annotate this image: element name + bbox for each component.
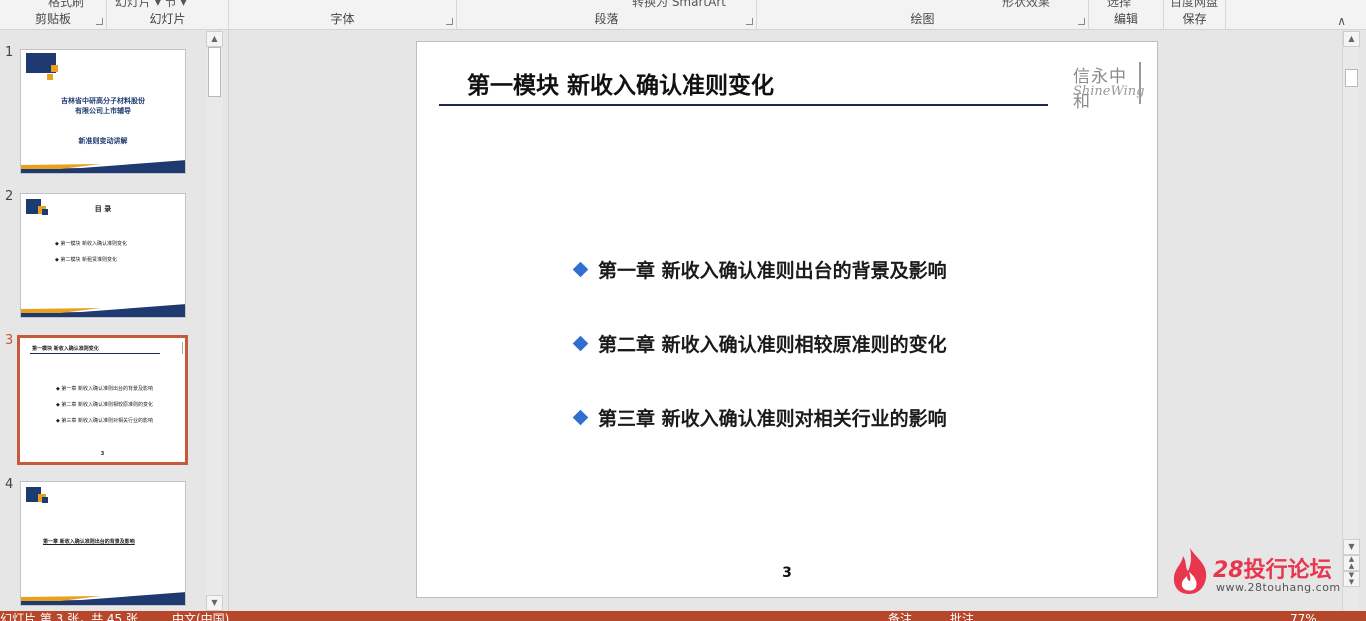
ribbon-group-paragraph: 转换为 SmartArt 段落: [457, 0, 757, 30]
thumb-rule: [30, 353, 160, 354]
ribbon-group-label: 保存: [1182, 12, 1207, 26]
format-painter-label[interactable]: 格式刷: [48, 0, 84, 10]
bullet-item[interactable]: 第一章 新收入确认准则出台的背景及影响: [572, 256, 947, 283]
ribbon: 格式刷 剪贴板 幻灯片 ▾ 节 ▾ 幻灯片 字体 转换为 SmartArt 段落…: [0, 0, 1366, 30]
brand-text: 投行论坛: [1243, 558, 1332, 583]
scroll-down-arrow-icon[interactable]: ▼: [206, 595, 223, 611]
collapse-ribbon-icon[interactable]: ∧: [1337, 14, 1346, 28]
watermark-28touhang: 28投行论坛 www.28touhang.com: [1170, 544, 1345, 600]
slide-title[interactable]: 第一模块 新收入确认准则变化: [467, 66, 774, 100]
scroll-up-arrow-icon[interactable]: ▲: [1343, 31, 1360, 47]
language-indicator[interactable]: 中文(中国): [172, 613, 229, 621]
slide-thumbnail-pane: 1 吉林省中研高分子材料股份 有限公司上市辅导 新准则变动讲解 2 目 录 ◆ …: [0, 31, 206, 611]
font-launcher-icon[interactable]: [446, 18, 453, 25]
ribbon-group-label: 段落: [594, 12, 619, 26]
flame-logo-icon: [1173, 548, 1207, 594]
thumbnail-number: 4: [5, 477, 14, 492]
smartart-label[interactable]: 转换为 SmartArt: [632, 0, 726, 10]
thumb-text: 有限公司上市辅导: [75, 107, 131, 115]
thumb-text: ◆ 第二模块 新租赁准则变化: [55, 257, 118, 263]
ribbon-group-drawing: 形状效果 绘图: [757, 0, 1089, 30]
thumbnail-scrollbar[interactable]: ▲ ▼: [206, 31, 223, 611]
scrollbar-thumb[interactable]: [208, 47, 221, 97]
bullet-text: 第二章 新收入确认准则相较原准则的变化: [598, 334, 947, 356]
diamond-bullet-icon: [572, 335, 589, 352]
ribbon-group-font: 字体: [229, 0, 457, 30]
new-slide-label[interactable]: 幻灯片 ▾ 节 ▾: [115, 0, 187, 10]
bullet-text: 第一章 新收入确认准则出台的背景及影响: [598, 260, 947, 282]
brand-number: 28: [1213, 558, 1244, 583]
thumb-text: ◆ 第三章 新收入确认准则对相关行业的影响: [56, 418, 154, 424]
ribbon-group-editing: 选择 编辑: [1089, 0, 1164, 30]
logo-english-text: ShineWing: [1073, 84, 1145, 99]
shape-effects-label[interactable]: 形状效果: [1002, 0, 1050, 10]
decor-square: [47, 74, 53, 80]
thumbnail-number: 2: [5, 189, 14, 204]
ribbon-group-label: 剪贴板: [34, 12, 71, 26]
drawing-launcher-icon[interactable]: [1078, 18, 1085, 25]
status-bar: 幻灯片 第 3 张，共 45 张 中文(中国) 备注 批注 77%: [0, 611, 1366, 621]
slide-page-number: 3: [782, 565, 792, 581]
thumb-text: ◆ 第一模块 新收入确认准则变化: [55, 241, 128, 247]
slide-thumbnail-4[interactable]: 第一章 新收入确认准则出台的背景及影响: [20, 481, 186, 606]
thumb-text: ◆ 第一章 新收入确认准则出台的背景及影响: [56, 386, 154, 392]
slide-thumbnail-1[interactable]: 吉林省中研高分子材料股份 有限公司上市辅导 新准则变动讲解: [20, 49, 186, 174]
scroll-up-arrow-icon[interactable]: ▲: [206, 31, 223, 47]
thumb-text: ◆ 第二章 新收入确认准则相较原准则的变化: [56, 402, 154, 408]
thumb-text: 吉林省中研高分子材料股份: [61, 97, 145, 105]
ribbon-group-slides: 幻灯片 ▾ 节 ▾ 幻灯片: [107, 0, 229, 30]
slide-editor: 第一模块 新收入确认准则变化 信永中和 ShineWing 第一章 新收入确认准…: [228, 31, 1342, 611]
ribbon-group-label: 绘图: [910, 12, 935, 26]
powerpoint-window: 格式刷 剪贴板 幻灯片 ▾ 节 ▾ 幻灯片 字体 转换为 SmartArt 段落…: [0, 0, 1366, 621]
clipboard-launcher-icon[interactable]: [96, 18, 103, 25]
ribbon-group-save: 百度网盘 保存: [1164, 0, 1226, 30]
slide-counter: 幻灯片 第 3 张，共 45 张: [0, 612, 138, 621]
previous-slide-icon[interactable]: ▲ ▲: [1343, 555, 1360, 571]
thumb-text: 3: [100, 451, 105, 457]
thumbnail-number: 1: [5, 45, 14, 60]
watermark-url: www.28touhang.com: [1216, 581, 1341, 594]
notes-button[interactable]: 备注: [888, 613, 912, 621]
ribbon-group-label: 编辑: [1113, 12, 1138, 26]
title-underline: [439, 104, 1048, 106]
slide-thumbnail-2[interactable]: 目 录 ◆ 第一模块 新收入确认准则变化 ◆ 第二模块 新租赁准则变化: [20, 193, 186, 318]
paragraph-launcher-icon[interactable]: [746, 18, 753, 25]
current-slide[interactable]: 第一模块 新收入确认准则变化 信永中和 ShineWing 第一章 新收入确认准…: [416, 41, 1158, 598]
bullet-text: 第三章 新收入确认准则对相关行业的影响: [598, 408, 947, 430]
thumb-stripe: [21, 160, 185, 173]
next-slide-icon[interactable]: ▼ ▼: [1343, 571, 1360, 587]
scrollbar-thumb[interactable]: [1345, 69, 1358, 87]
zoom-level[interactable]: 77%: [1290, 613, 1317, 621]
bullet-item[interactable]: 第二章 新收入确认准则相较原准则的变化: [572, 330, 947, 357]
scroll-down-arrow-icon[interactable]: ▼: [1343, 539, 1360, 555]
thumb-stripe: [21, 592, 185, 605]
thumb-text: 第一模块 新收入确认准则变化: [32, 346, 99, 352]
diamond-bullet-icon: [572, 261, 589, 278]
bullet-item[interactable]: 第三章 新收入确认准则对相关行业的影响: [572, 404, 947, 431]
thumb-text: 新准则变动讲解: [78, 137, 128, 145]
ribbon-group-clipboard: 格式刷 剪贴板: [0, 0, 107, 30]
editor-scrollbar[interactable]: ▲ ▼ ▲ ▲ ▼ ▼: [1342, 31, 1360, 611]
decor-square: [51, 65, 58, 72]
ribbon-group-label: 幻灯片: [149, 12, 186, 26]
baidu-netdisk-label[interactable]: 百度网盘: [1170, 0, 1218, 10]
watermark-brand: 28投行论坛: [1213, 552, 1332, 584]
decor-square: [42, 497, 48, 503]
select-label[interactable]: 选择: [1107, 0, 1131, 10]
diamond-bullet-icon: [572, 409, 589, 426]
thumbnail-number: 3: [5, 333, 14, 348]
shinewing-logo: 信永中和 ShineWing: [1068, 62, 1145, 112]
thumb-text: 第一章 新收入确认准则出台的背景及影响: [43, 539, 135, 545]
ribbon-group-label: 字体: [330, 12, 355, 26]
thumb-stripe: [21, 304, 185, 317]
slide-thumbnail-3[interactable]: 第一模块 新收入确认准则变化 ◆ 第一章 新收入确认准则出台的背景及影响 ◆ 第…: [17, 335, 188, 465]
thumb-logo: [165, 342, 183, 354]
thumb-text: 目 录: [94, 205, 112, 213]
comments-button[interactable]: 批注: [950, 613, 974, 621]
